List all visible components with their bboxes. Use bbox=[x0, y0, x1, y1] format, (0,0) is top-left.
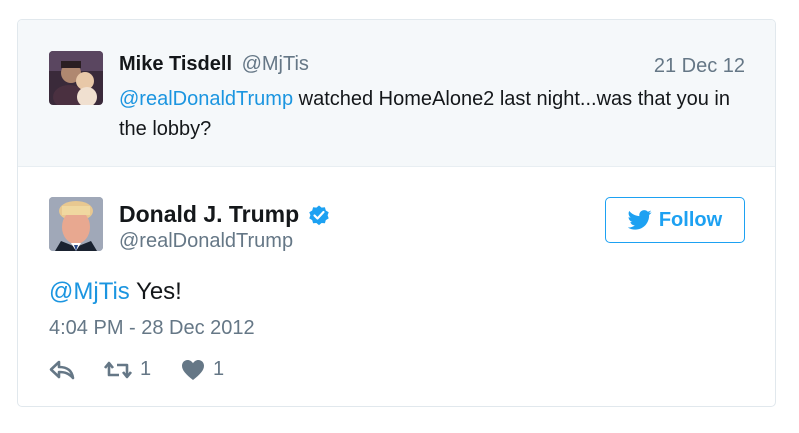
bird-icon bbox=[627, 210, 652, 230]
mention-link[interactable]: @MjTis bbox=[49, 278, 130, 305]
parent-author-name[interactable]: Mike Tisdell bbox=[119, 53, 232, 75]
follow-label: Follow bbox=[658, 208, 723, 231]
parent-date[interactable]: 21 Dec 12 bbox=[654, 55, 745, 78]
like-button[interactable]: 1 bbox=[181, 358, 224, 381]
heart-icon bbox=[182, 359, 204, 380]
parent-author-handle[interactable]: @MjTis bbox=[242, 53, 309, 75]
tweet-actions: 1 1 bbox=[49, 358, 224, 381]
tweet-body: Yes! bbox=[129, 278, 182, 305]
parent-author[interactable]: Mike Tisdell @MjTis bbox=[119, 53, 309, 76]
tweet-timestamp[interactable]: 4:04 PM - 28 Dec 2012 bbox=[49, 317, 255, 340]
parent-tweet[interactable]: Mike Tisdell @MjTis 21 Dec 12 @realDonal… bbox=[18, 20, 775, 167]
parent-mention-link[interactable]: @realDonaldTrump bbox=[119, 88, 293, 110]
retweet-count: 1 bbox=[140, 358, 152, 380]
retweet-icon bbox=[104, 361, 132, 378]
parent-tweet-text: @realDonaldTrump watched HomeAlone2 last… bbox=[119, 84, 759, 144]
retweet-button[interactable]: 1 bbox=[104, 358, 181, 381]
parent-avatar[interactable] bbox=[49, 51, 103, 105]
like-count: 1 bbox=[213, 358, 225, 380]
author-avatar[interactable] bbox=[49, 197, 103, 251]
tweet-text: @MjTis Yes! bbox=[49, 278, 182, 306]
follow-button[interactable]: Follow bbox=[605, 197, 745, 243]
author-handle[interactable]: @realDonaldTrump bbox=[119, 230, 293, 253]
author-name-row[interactable]: Donald J. Trump bbox=[119, 201, 331, 228]
author-name[interactable]: Donald J. Trump bbox=[119, 201, 299, 228]
reply-button[interactable] bbox=[49, 359, 104, 381]
tweet-card: Mike Tisdell @MjTis 21 Dec 12 @realDonal… bbox=[17, 19, 776, 407]
verified-badge-icon bbox=[307, 203, 331, 227]
reply-icon bbox=[49, 360, 75, 379]
